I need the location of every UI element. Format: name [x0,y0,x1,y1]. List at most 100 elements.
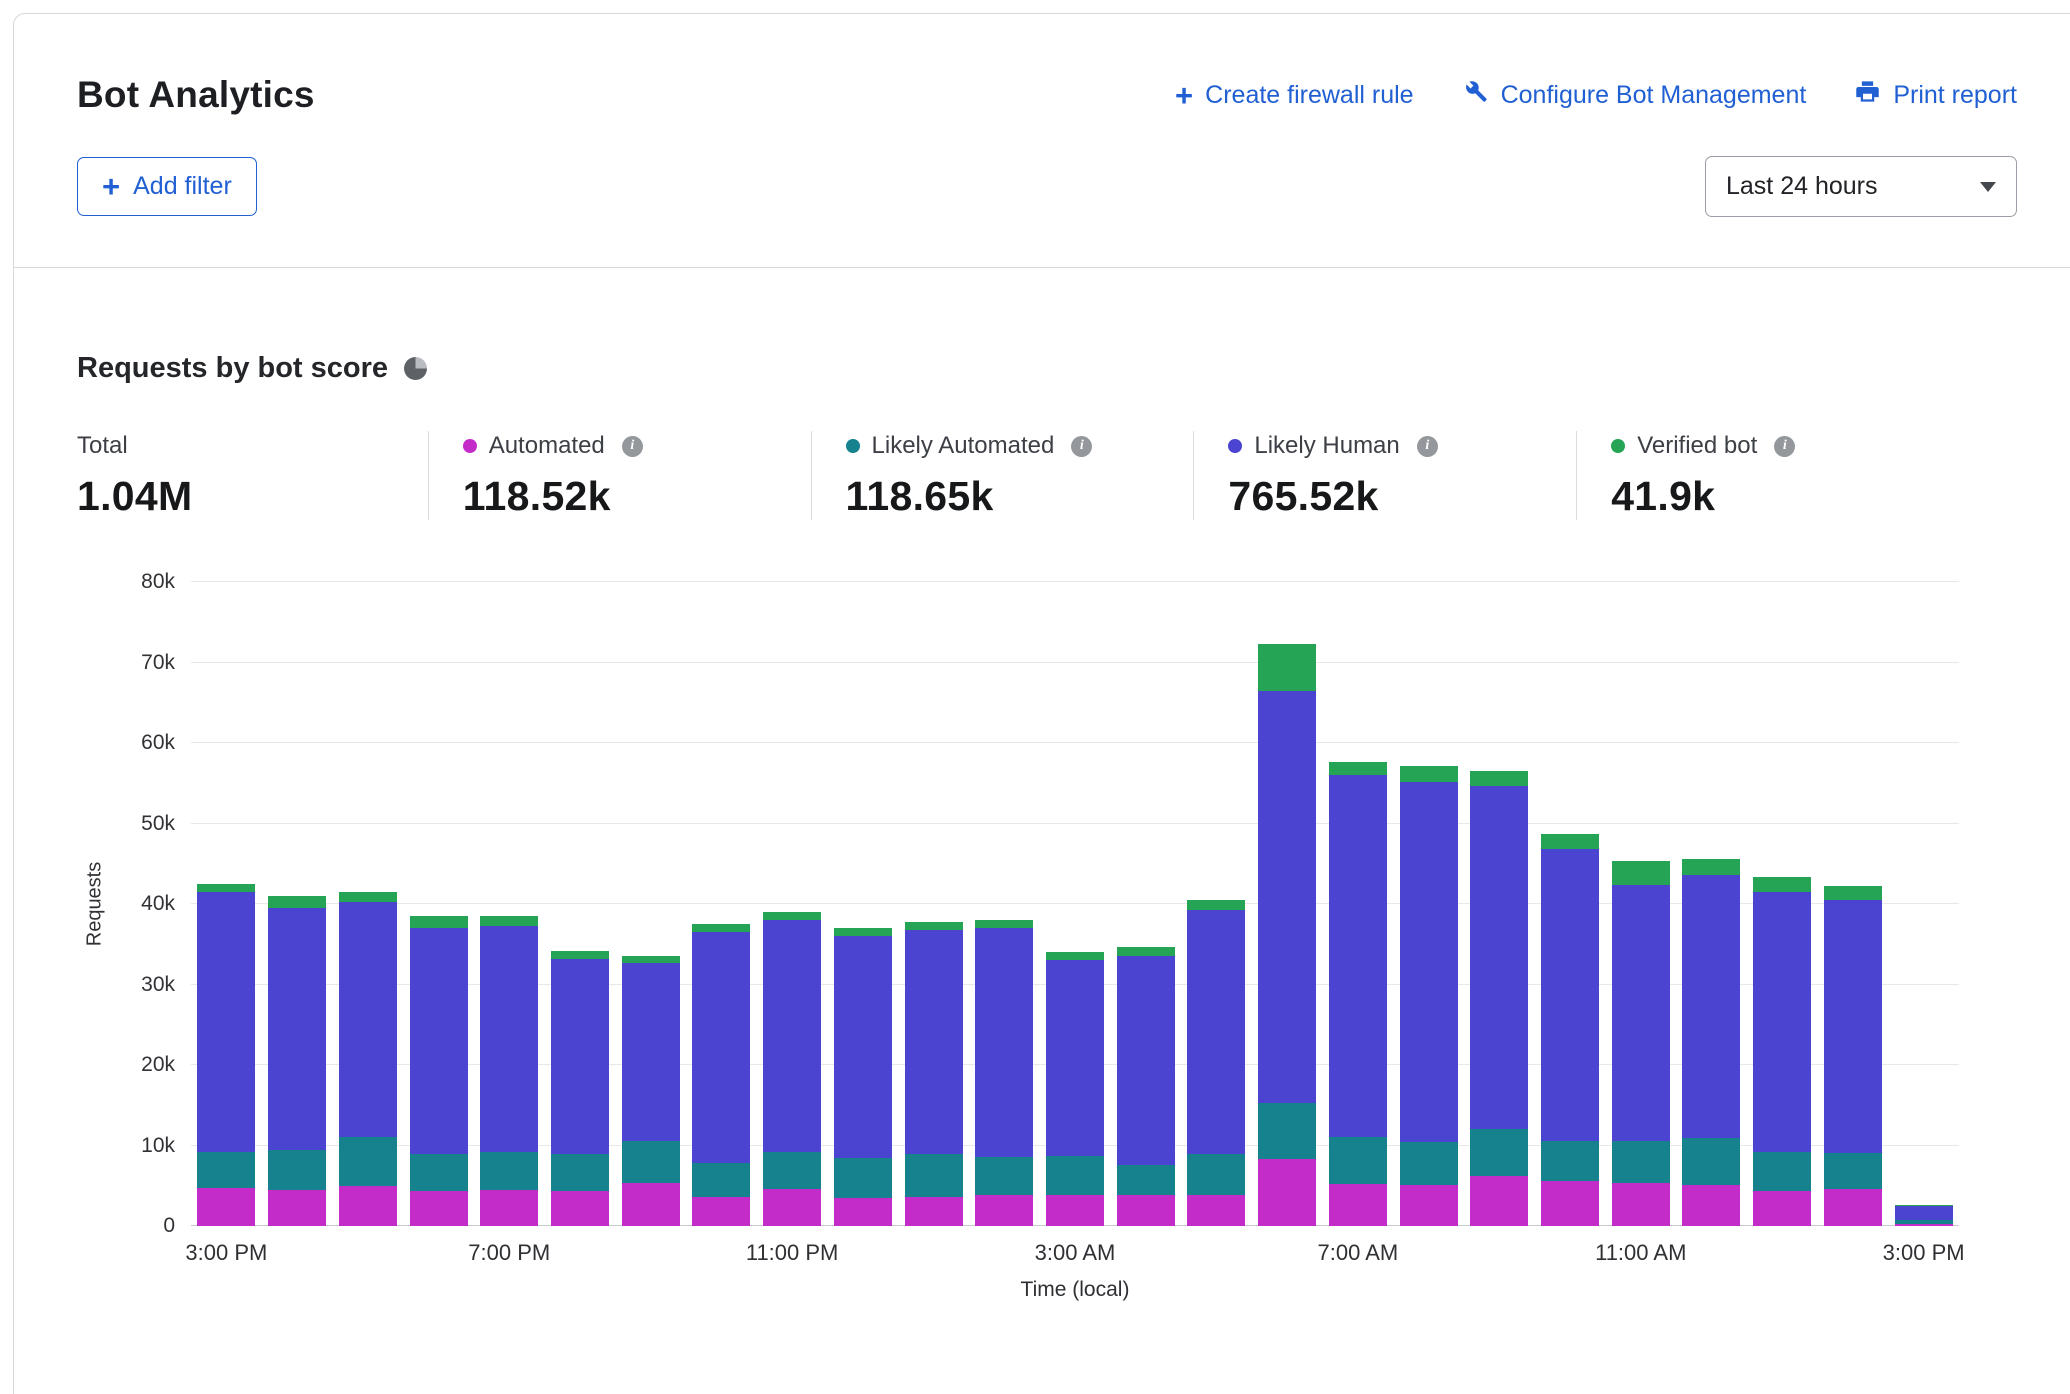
segment-automated [763,1189,821,1226]
segment-likely-automated [1329,1137,1387,1184]
bar-5-00-am[interactable] [1187,900,1245,1226]
x-tick-label: 3:00 AM [1035,1240,1116,1266]
bar-11-00-pm[interactable] [763,912,821,1226]
stat-total-label: Total [77,432,128,460]
bar-slot [969,582,1040,1226]
bar-slot [1393,582,1464,1226]
bar-8-00-pm[interactable] [551,951,609,1226]
segment-likely-human [1117,956,1175,1165]
bar-slot [1040,582,1111,1226]
segment-verified-bot [1682,859,1740,875]
segment-likely-automated [763,1152,821,1189]
segment-automated [1682,1185,1740,1226]
bar-9-00-am[interactable] [1470,771,1528,1226]
bar-7-00-pm[interactable] [480,916,538,1226]
segment-verified-bot [834,928,892,936]
bar-11-00-am[interactable] [1612,861,1670,1226]
bar-3-00-am[interactable] [1046,952,1104,1226]
x-axis: 3:00 PM7:00 PM11:00 PM3:00 AM7:00 AM11:0… [191,1240,1959,1270]
print-report-link[interactable]: Print report [1854,78,2017,112]
segment-likely-automated [339,1137,397,1185]
x-tick-label: 3:00 PM [185,1240,267,1266]
bar-6-00-am[interactable] [1258,644,1316,1226]
segment-verified-bot [1612,861,1670,885]
bar-3-00-pm[interactable] [197,884,255,1226]
y-tick-label: 50k [141,812,175,836]
segment-automated [410,1191,468,1226]
create-firewall-rule-link[interactable]: + Create firewall rule [1175,80,1414,111]
bar-slot [1747,582,1818,1226]
bar-7-00-am[interactable] [1329,762,1387,1226]
bar-3-00-pm[interactable] [1895,1205,1953,1226]
section-title: Requests by bot score [77,352,388,385]
segment-verified-bot [905,922,963,930]
bar-10-00-am[interactable] [1541,834,1599,1226]
bar-4-00-pm[interactable] [268,896,326,1226]
segment-likely-human [1329,775,1387,1137]
segment-verified-bot [763,912,821,920]
segment-likely-human [975,928,1033,1157]
create-firewall-rule-label: Create firewall rule [1205,81,1413,110]
segment-verified-bot [1117,947,1175,955]
x-axis-title: Time (local) [191,1278,1959,1302]
segment-likely-automated [1187,1154,1245,1194]
segment-likely-human [1824,900,1882,1153]
segment-likely-automated [622,1141,680,1183]
segment-automated [1117,1195,1175,1226]
bar-8-00-am[interactable] [1400,766,1458,1226]
x-axis-spacer [77,1240,191,1270]
segment-automated [1470,1176,1528,1226]
segment-likely-human [339,902,397,1137]
segment-automated [197,1188,255,1226]
segment-automated [1895,1224,1953,1226]
bars-container [191,582,1959,1226]
info-icon[interactable]: i [622,436,643,457]
bar-slot [1818,582,1889,1226]
bar-slot [1181,582,1252,1226]
segment-verified-bot [1541,834,1599,849]
stat-automated: Automated i 118.52k [428,431,811,520]
bar-12-00-am[interactable] [834,928,892,1226]
segment-likely-human [834,936,892,1157]
bar-slot [1535,582,1606,1226]
segment-verified-bot [410,916,468,928]
page-header: Bot Analytics + Create firewall rule Con… [14,14,2070,268]
likely-human-legend-dot [1228,439,1242,453]
stat-verified-bot-value: 41.9k [1611,473,1959,520]
bar-12-00-pm[interactable] [1682,859,1740,1226]
stat-likely-automated: Likely Automated i 118.65k [811,431,1194,520]
info-icon[interactable]: i [1071,436,1092,457]
segment-likely-automated [480,1152,538,1190]
add-filter-label: Add filter [133,172,232,201]
segment-likely-human [197,892,255,1152]
segment-automated [1753,1191,1811,1226]
segment-likely-automated [197,1152,255,1188]
info-icon[interactable]: i [1774,436,1795,457]
segment-automated [1329,1184,1387,1226]
segment-likely-human [1612,885,1670,1142]
bar-9-00-pm[interactable] [622,956,680,1226]
segment-likely-automated [1612,1141,1670,1183]
info-icon[interactable]: i [1417,436,1438,457]
segment-verified-bot [1046,952,1104,960]
segment-likely-automated [268,1150,326,1190]
add-filter-button[interactable]: + Add filter [77,157,257,216]
bar-5-00-pm[interactable] [339,892,397,1226]
bar-slot [262,582,333,1226]
configure-bot-management-label: Configure Bot Management [1501,81,1807,110]
bar-6-00-pm[interactable] [410,916,468,1226]
bar-10-00-pm[interactable] [692,924,750,1226]
bar-2-00-pm[interactable] [1824,886,1882,1227]
stat-verified-bot: Verified bot i 41.9k [1576,431,1959,520]
bar-1-00-pm[interactable] [1753,877,1811,1226]
configure-bot-management-link[interactable]: Configure Bot Management [1462,78,1807,112]
stat-likely-human-label: Likely Human [1254,432,1399,460]
time-range-dropdown[interactable]: Last 24 hours [1705,156,2017,217]
bar-4-00-am[interactable] [1117,947,1175,1226]
segment-automated [622,1183,680,1226]
bar-1-00-am[interactable] [905,922,963,1226]
bar-2-00-am[interactable] [975,920,1033,1226]
page-title: Bot Analytics [77,74,315,116]
bar-slot [686,582,757,1226]
y-tick-label: 0 [163,1214,175,1238]
